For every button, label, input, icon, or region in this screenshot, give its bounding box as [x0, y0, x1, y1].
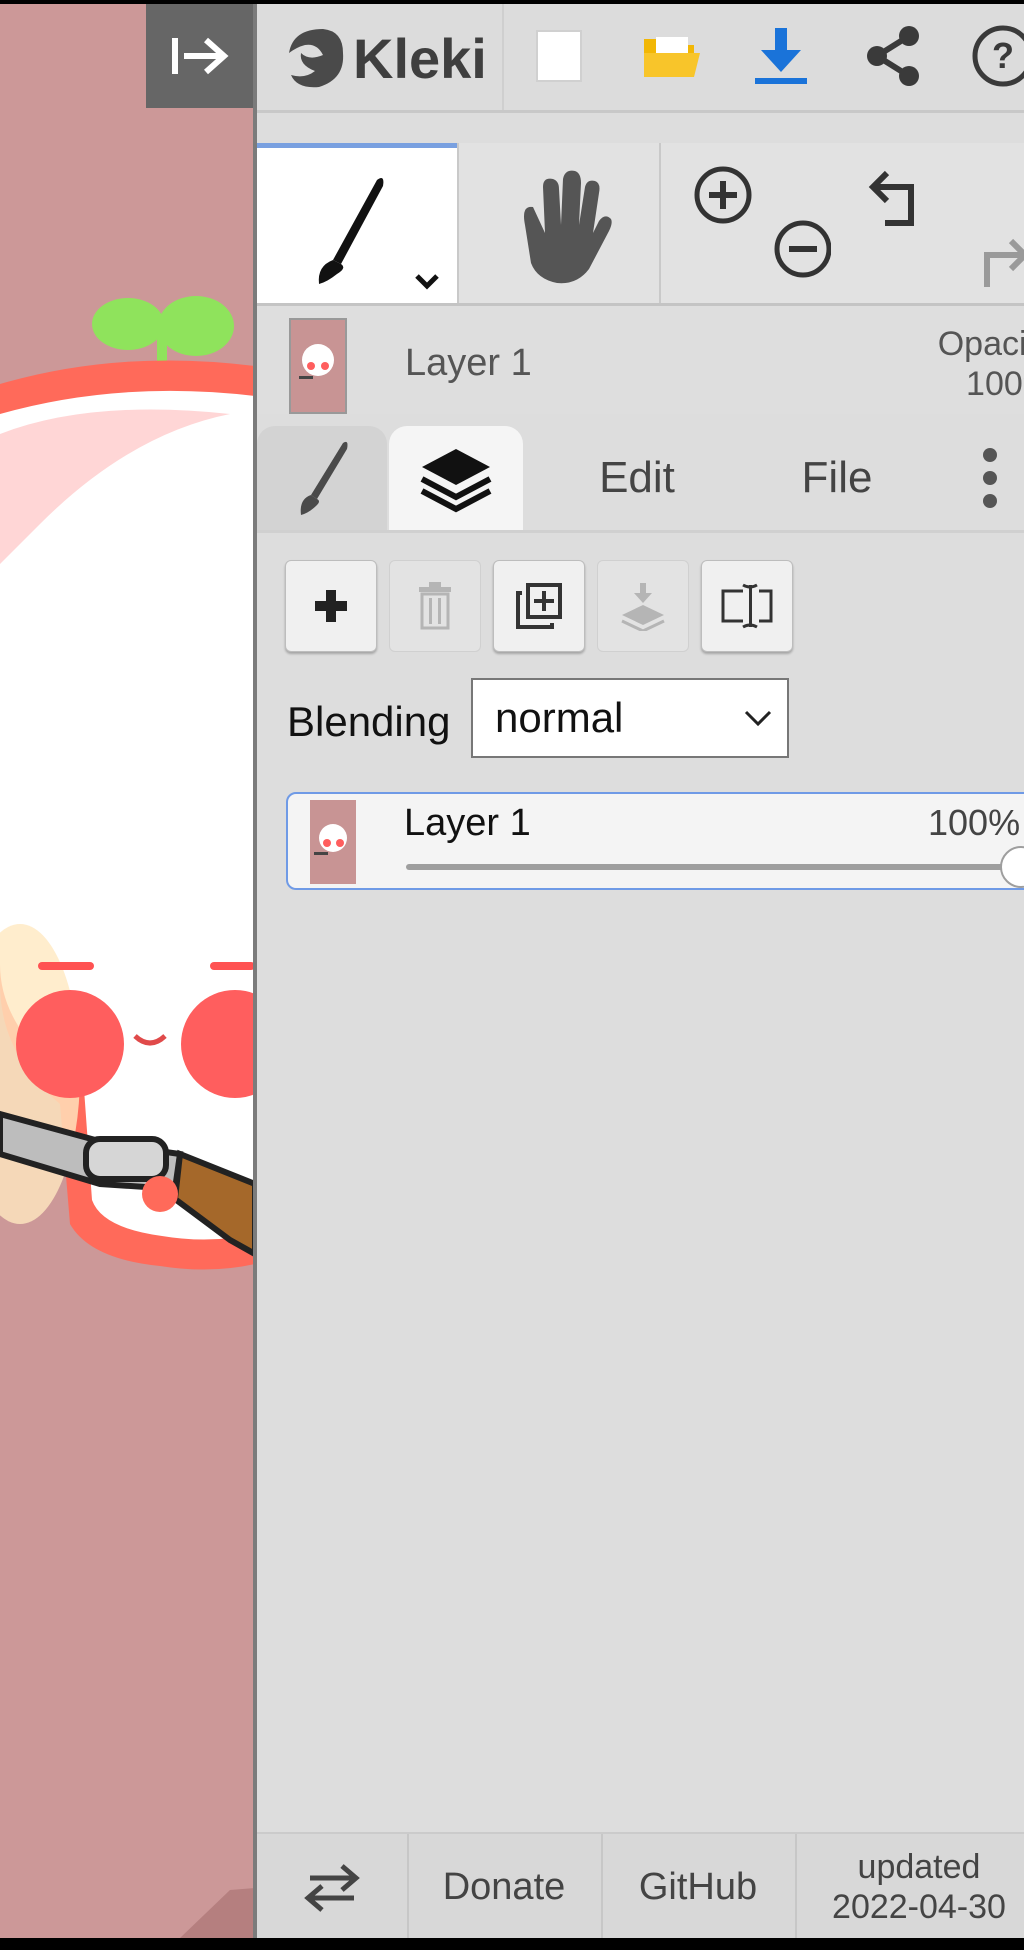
svg-text:?: ?: [992, 35, 1014, 76]
swap-side-button[interactable]: [257, 1834, 407, 1938]
logo-text: Kleki: [353, 26, 487, 90]
brush-tool-button[interactable]: [257, 143, 457, 303]
bottom-bar: Donate GitHub updated 2022-04-30: [257, 1832, 1024, 1938]
undo-redo-controls: [837, 143, 1024, 303]
layer-opacity-value: 100%: [928, 802, 1021, 843]
more-vertical-icon: [983, 448, 997, 508]
plus-icon: [315, 590, 347, 622]
brush-icon: [318, 178, 439, 290]
zoom-controls: [661, 143, 831, 303]
tool-row: [257, 143, 1024, 306]
zoom-in-button[interactable]: [689, 161, 757, 229]
new-image-icon: [536, 30, 582, 82]
kleki-logo[interactable]: Kleki: [279, 20, 487, 96]
tab-layers[interactable]: [389, 426, 523, 530]
undo-button[interactable]: [861, 161, 925, 231]
help-icon: ?: [972, 25, 1024, 87]
duplicate-layer-button[interactable]: [493, 560, 585, 652]
layer-preview-name: Layer 1: [405, 342, 532, 384]
layer-opacity-slider-handle[interactable]: [1000, 846, 1024, 888]
merge-down-icon: [621, 583, 665, 631]
download-button[interactable]: [751, 26, 811, 86]
layer-list-item[interactable]: Layer 1 100%: [286, 792, 1024, 890]
layer-preview-thumbnail[interactable]: [289, 318, 347, 414]
tab-file[interactable]: File: [757, 426, 917, 530]
rename-layer-button[interactable]: [701, 560, 793, 652]
layer-thumbnail-image: [310, 800, 356, 884]
delete-layer-button[interactable]: [389, 560, 481, 652]
top-toolbar: Kleki ?: [257, 4, 1024, 113]
merge-down-button[interactable]: [597, 560, 689, 652]
side-panel: Kleki ? Layer 1 Opaci 100 Edit File Blen…: [257, 4, 1024, 1938]
arrow-right-bar-icon: [172, 37, 229, 75]
open-folder-icon: [644, 37, 700, 77]
layers-icon: [420, 449, 492, 513]
blending-select[interactable]: normal: [471, 678, 789, 758]
help-button[interactable]: ?: [971, 25, 1024, 87]
layer-name: Layer 1: [404, 802, 531, 844]
swap-arrows-icon: [304, 1864, 360, 1912]
updated-label: updated: [857, 1848, 981, 1886]
share-button[interactable]: [863, 26, 923, 86]
canvas-artwork: [0, 296, 255, 1938]
zoom-out-button[interactable]: [769, 215, 837, 283]
layer-thumbnail: [310, 800, 356, 884]
add-layer-button[interactable]: [285, 560, 377, 652]
tab-brush[interactable]: [257, 426, 387, 530]
hand-icon: [524, 170, 612, 284]
redo-button[interactable]: [977, 233, 1024, 297]
github-link[interactable]: GitHub: [603, 1834, 793, 1938]
duplicate-icon: [516, 583, 562, 629]
layer-preview-opacity: Opacity 100%: [913, 324, 1024, 404]
download-icon: [755, 28, 807, 84]
layer-thumbnail-image: [291, 320, 345, 412]
updated-date: 2022-04-30: [832, 1888, 1006, 1926]
new-image-button[interactable]: [529, 26, 589, 86]
drawing-canvas[interactable]: [0, 4, 255, 1938]
rename-icon: [721, 583, 773, 629]
more-menu-button[interactable]: [957, 426, 1023, 530]
kleki-logo-icon: [289, 29, 344, 88]
layer-preview-row: Layer 1 Opacity 100%: [257, 306, 1024, 414]
opacity-value: 100%: [966, 365, 1024, 403]
donate-link[interactable]: Donate: [409, 1834, 599, 1938]
trash-icon: [419, 582, 451, 630]
opacity-label: Opacity: [937, 325, 1024, 363]
tab-brush-icon: [300, 441, 348, 515]
panel-tabs: Edit File: [257, 414, 1024, 533]
tab-edit[interactable]: Edit: [557, 426, 717, 530]
blending-label: Blending: [287, 698, 451, 745]
updated-info: updated 2022-04-30: [799, 1834, 1024, 1938]
hand-tool-button[interactable]: [459, 143, 659, 303]
chevron-down-icon: [744, 710, 772, 727]
layer-opacity-slider[interactable]: [406, 864, 1006, 870]
share-icon: [867, 26, 919, 86]
collapse-panel-button[interactable]: [146, 4, 254, 108]
open-file-button[interactable]: [641, 26, 701, 86]
blending-value: normal: [495, 694, 624, 741]
